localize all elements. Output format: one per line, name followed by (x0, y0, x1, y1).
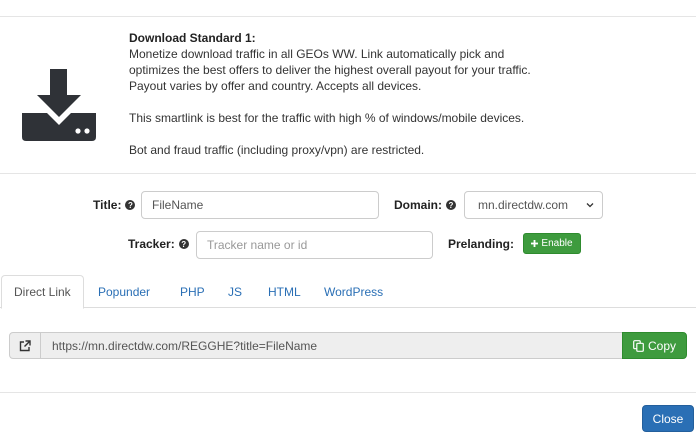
close-button[interactable]: Close (642, 405, 694, 432)
domain-label: Domain: ? (394, 198, 456, 212)
direct-link-field[interactable]: https://mn.directdw.com/REGGHE?title=Fil… (40, 332, 623, 359)
direct-link-row: https://mn.directdw.com/REGGHE?title=Fil… (9, 332, 687, 359)
section-divider (0, 173, 696, 174)
help-icon[interactable]: ? (125, 200, 136, 210)
help-icon[interactable]: ? (446, 200, 456, 210)
plus-icon (531, 240, 539, 247)
external-link-icon (19, 339, 31, 351)
smartlink-info: Download Standard 1: Monetize download t… (0, 17, 696, 173)
enable-label: Enable (541, 238, 573, 249)
tab-wordpress[interactable]: WordPress (324, 275, 383, 308)
tab-php[interactable]: PHP (180, 275, 205, 308)
tracker-label: Tracker: ? (128, 237, 189, 251)
tab-direct-link[interactable]: Direct Link (1, 275, 84, 309)
title-input[interactable]: FileName (141, 191, 379, 219)
domain-select-value: mn.directdw.com (478, 198, 569, 212)
prelanding-label: Prelanding: (448, 237, 515, 251)
help-icon[interactable]: ? (178, 239, 189, 249)
download-tray-icon (22, 69, 96, 141)
domain-select[interactable]: mn.directdw.com (464, 191, 603, 219)
info-line: Monetize download traffic in all GEOs WW… (129, 47, 505, 61)
copy-icon (633, 339, 644, 352)
open-link-button[interactable] (9, 332, 41, 359)
info-description: Download Standard 1: Monetize download t… (129, 30, 579, 158)
title-label: Title: ? (93, 198, 136, 212)
footer-divider (0, 392, 696, 393)
info-note-devices: This smartlink is best for the traffic w… (129, 111, 525, 125)
copy-label: Copy (647, 338, 676, 353)
info-title: Download Standard 1: (129, 31, 256, 45)
tab-popunder[interactable]: Popunder (98, 275, 150, 308)
chevron-down-icon (586, 203, 594, 208)
tab-html[interactable]: HTML (268, 275, 301, 308)
info-note-fraud: Bot and fraud traffic (including proxy/v… (129, 143, 425, 157)
info-line: optimizes the best offers to deliver the… (129, 63, 531, 77)
tab-js[interactable]: JS (228, 275, 242, 308)
tracker-input[interactable]: Tracker name or id (196, 231, 433, 259)
copy-button[interactable]: Copy (622, 332, 687, 359)
code-tabs: Direct Link Popunder PHP JS HTML WordPre… (0, 275, 696, 309)
info-line: Payout varies by offer and country. Acce… (129, 79, 422, 93)
enable-prelanding-button[interactable]: Enable (523, 233, 581, 254)
